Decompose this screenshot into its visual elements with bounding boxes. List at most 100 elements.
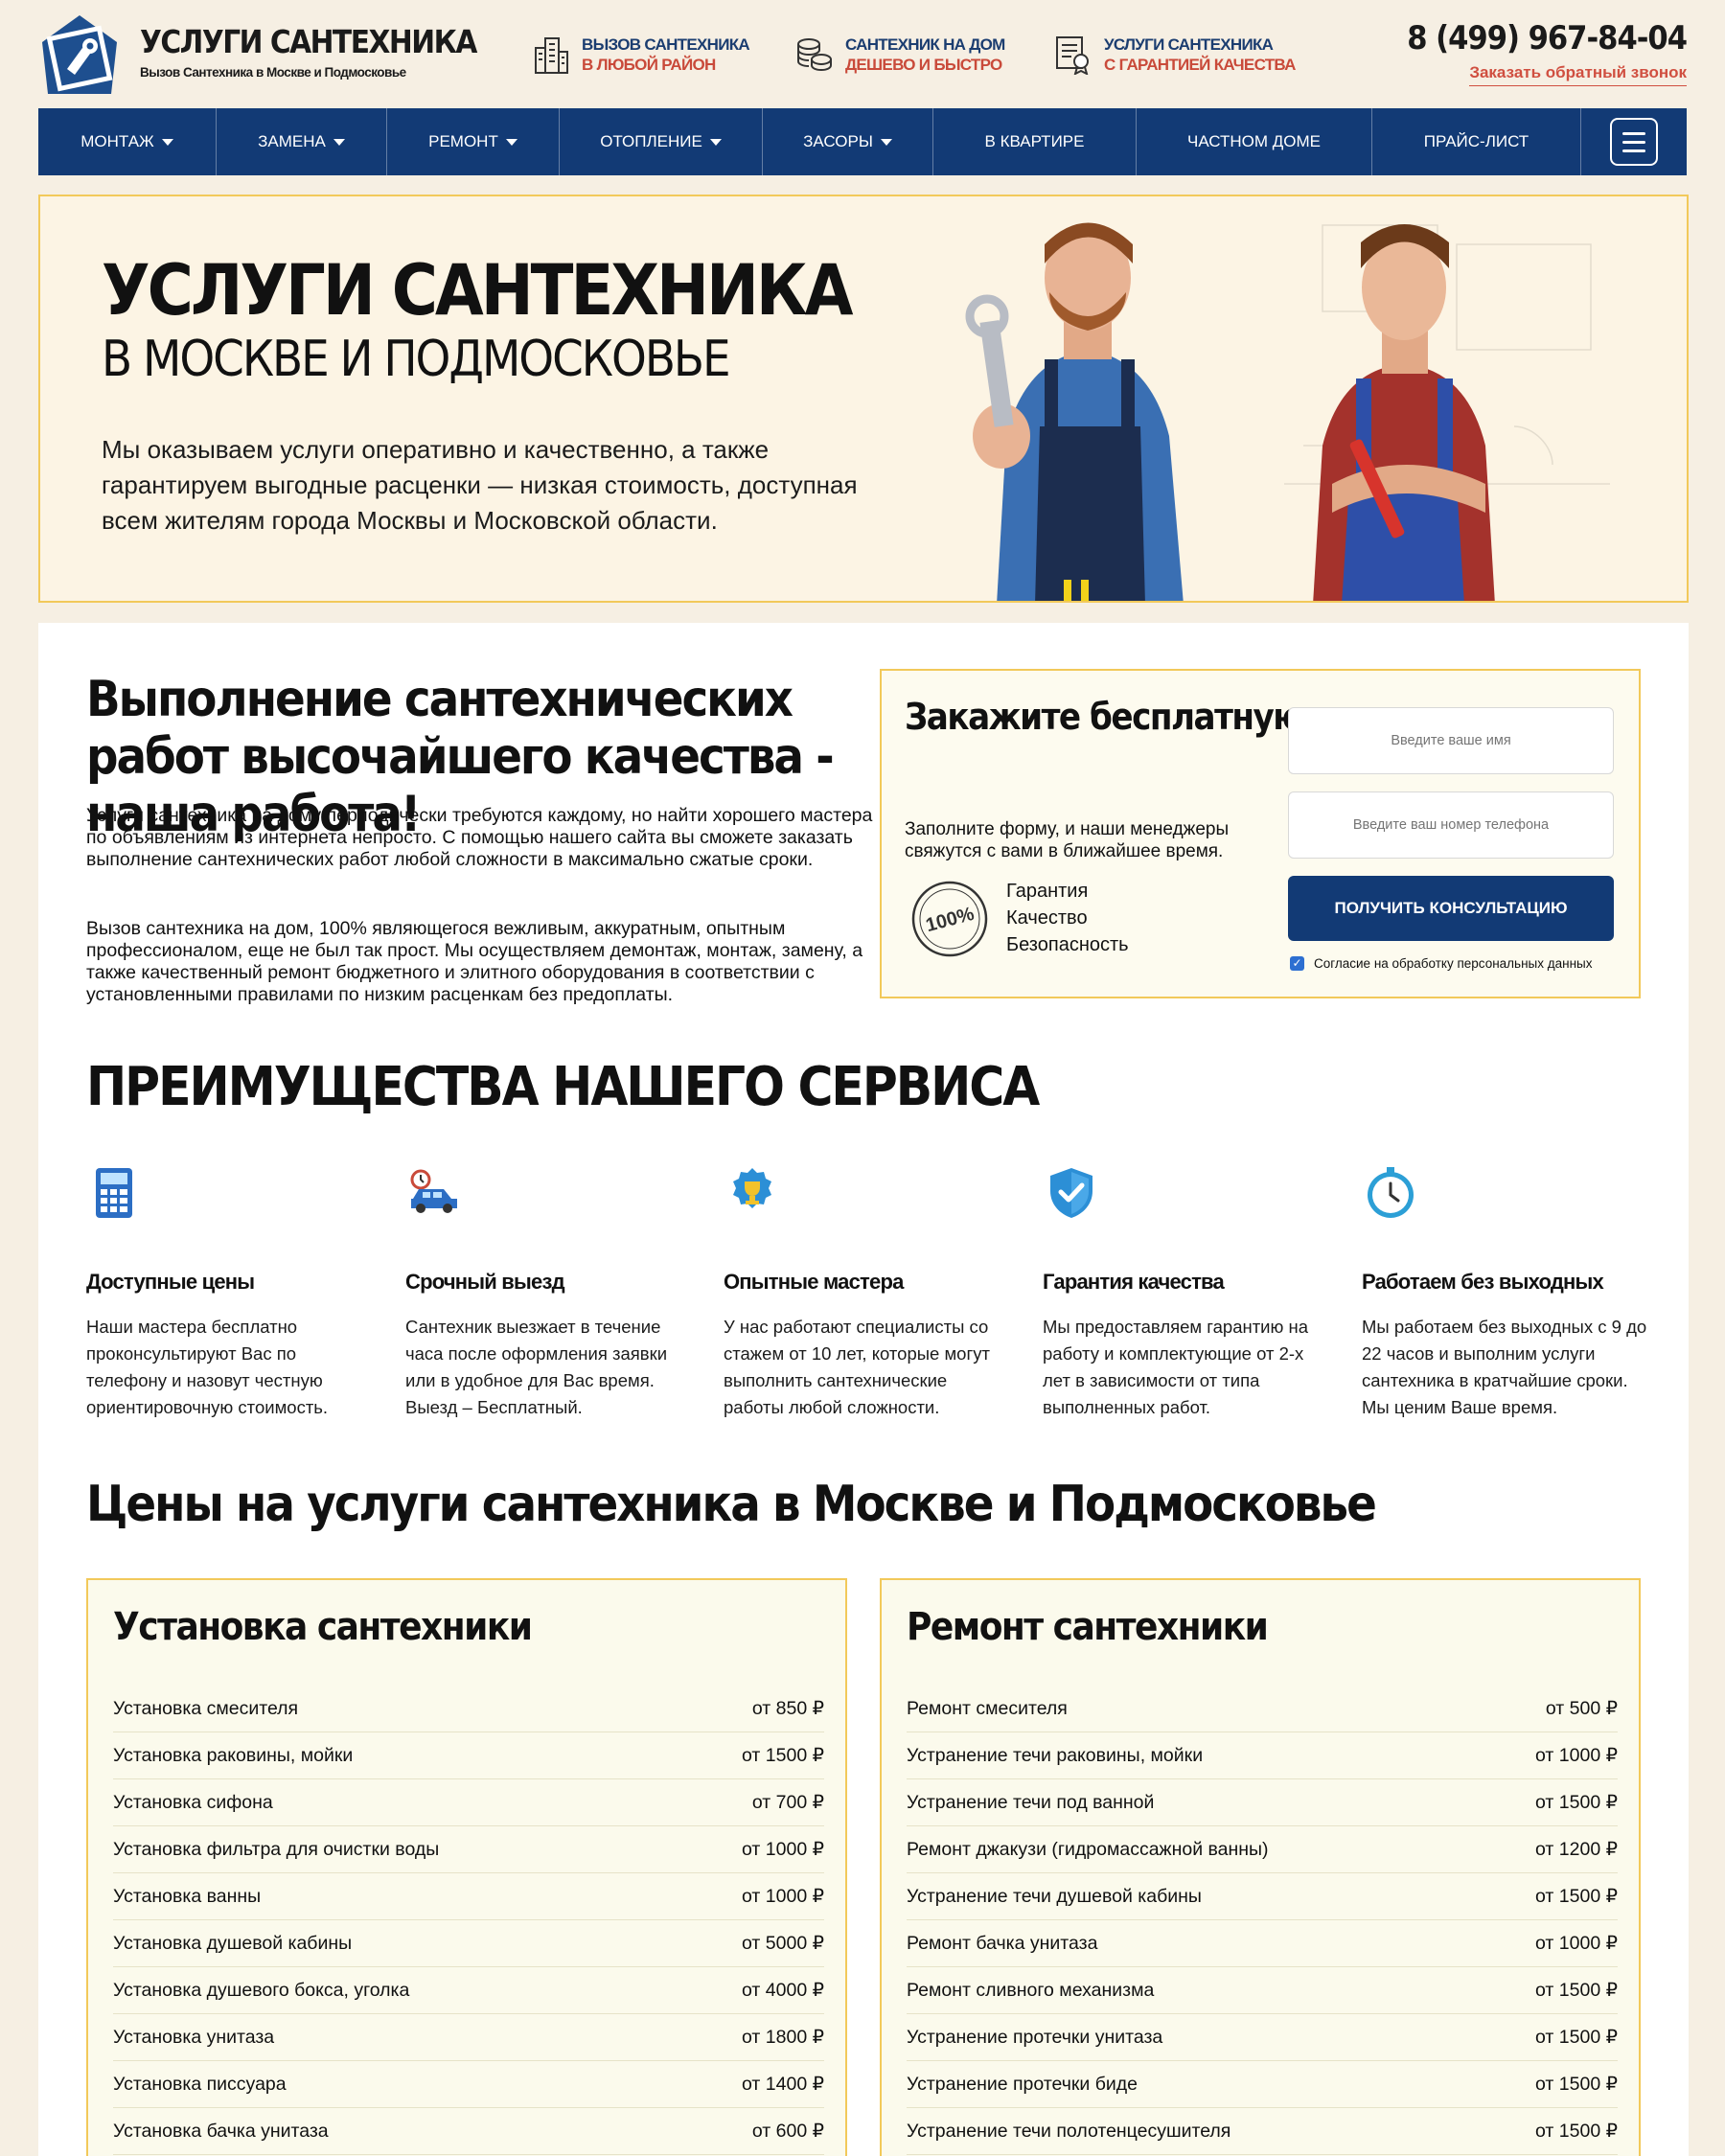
main-nav: МОНТАЖ ЗАМЕНА РЕМОНТ ОТОПЛЕНИЕ ЗАСОРЫ В … [38, 108, 1687, 175]
service-name: Установка душевого бокса, уголка [113, 1979, 410, 2001]
service-name: Установка унитаза [113, 2026, 275, 2048]
nav-item-label: ЗАМЕНА [258, 132, 326, 150]
advantages-title: ПРЕИМУЩЕСТВА НАШЕГО СЕРВИСА [86, 1056, 1040, 1118]
nav-item-zamena[interactable]: ЗАМЕНА [217, 108, 387, 175]
service-name: Установка фильтра для очистки воды [113, 1838, 440, 1860]
advantage-item: Опытные мастера У нас работают специалис… [724, 1164, 1011, 1421]
advantage-title: Гарантия качества [1043, 1270, 1225, 1294]
service-name: Устранение течи душевой кабины [907, 1885, 1202, 1907]
price-row: Устранение протечки биде от 1500 ₽ [907, 2061, 1618, 2108]
nav-item-otoplenie[interactable]: ОТОПЛЕНИЕ [560, 108, 763, 175]
callback-link[interactable]: Заказать обратный звонок [1469, 63, 1687, 86]
service-price: от 1800 ₽ [742, 2027, 824, 2048]
seal-text: 100% [924, 904, 977, 937]
advantage-text: У нас работают специалисты со стажем от … [724, 1317, 990, 1417]
header-feature-line2: С ГАРАНТИЕЙ КАЧЕСТВА [1104, 56, 1296, 74]
service-name: Установка ванны [113, 1885, 262, 1907]
service-price: от 1500 ₽ [1535, 2121, 1618, 2142]
menu-toggle-button[interactable] [1581, 108, 1687, 175]
price-card-title: Установка сантехники [113, 1605, 533, 1649]
chevron-down-icon [161, 138, 173, 146]
price-row: Устранение течи раковины, мойки от 1000 ₽ [907, 1732, 1618, 1779]
price-card-repair: Ремонт сантехники Ремонт смесителя от 500… [880, 1578, 1641, 2156]
service-price: от 4000 ₽ [742, 1980, 824, 2001]
price-card-title: Ремонт сантехники [907, 1605, 1269, 1649]
price-row: Установка ванны от 1000 ₽ [113, 1873, 824, 1920]
consent-label: Согласие на обработку персональных данны… [1314, 956, 1593, 971]
price-row: Ремонт бачка унитаза от 1000 ₽ [907, 1920, 1618, 1967]
service-name: Ремонт сливного механизма [907, 1979, 1155, 2001]
service-name: Установка сифона [113, 1791, 273, 1813]
service-name: Установка душевой кабины [113, 1932, 353, 1954]
trophy-badge-icon [724, 1164, 781, 1222]
site-header: УСЛУГИ САНТЕХНИКА Вызов Сантехника в Мос… [38, 0, 1688, 107]
price-row: Установка раковины, мойки от 1500 ₽ [113, 1732, 824, 1779]
service-name: Устранение протечки биде [907, 2073, 1138, 2095]
nav-item-montazh[interactable]: МОНТАЖ [38, 108, 217, 175]
header-feature-line1: САНТЕХНИК НА ДОМ [845, 35, 1005, 54]
nav-item-chastnom-dome[interactable]: ЧАСТНОМ ДОМЕ [1137, 108, 1372, 175]
brand-title: УСЛУГИ САНТЕХНИКА [140, 23, 477, 60]
service-price: от 1000 ₽ [742, 1839, 824, 1860]
service-price: от 1200 ₽ [1535, 1839, 1618, 1860]
nav-item-label: МОНТАЖ [80, 132, 154, 150]
header-feature-line2: В ЛЮБОЙ РАЙОН [582, 56, 716, 74]
price-row: Установка душевой кабины от 5000 ₽ [113, 1920, 824, 1967]
nav-item-remont[interactable]: РЕМОНТ [387, 108, 560, 175]
service-price: от 1000 ₽ [1535, 1933, 1618, 1954]
service-price: от 1500 ₽ [1535, 1886, 1618, 1907]
advantage-text: Мы предоставляем гарантию на работу и ко… [1043, 1317, 1309, 1417]
name-input[interactable] [1288, 707, 1614, 774]
header-feature-line2: ДЕШЕВО И БЫСТРО [845, 56, 1002, 74]
chevron-down-icon [880, 138, 892, 146]
advantage-title: Работаем без выходных [1362, 1270, 1604, 1294]
advantage-text: Мы работаем без выходных с 9 до 22 часов… [1362, 1317, 1647, 1417]
service-name: Устранение течи раковины, мойки [907, 1744, 1204, 1766]
certificate-icon [1054, 34, 1092, 76]
advantage-title: Срочный выезд [405, 1270, 565, 1294]
phone-number[interactable]: 8 (499) 967-84-04 [1407, 19, 1688, 57]
get-consultation-button[interactable]: ПОЛУЧИТЬ КОНСУЛЬТАЦИЮ [1288, 876, 1614, 941]
price-row: Устранение течи под ванной от 1500 ₽ [907, 1779, 1618, 1826]
price-row: Устранение течи полотенцесушителя от 1500… [907, 2108, 1618, 2155]
service-name: Ремонт смесителя [907, 1697, 1068, 1719]
price-row: Установка сифона от 700 ₽ [113, 1779, 824, 1826]
nav-item-price-list[interactable]: ПРАЙС-ЛИСТ [1372, 108, 1581, 175]
fast-car-icon [405, 1164, 463, 1222]
nav-item-zasory[interactable]: ЗАСОРЫ [763, 108, 933, 175]
checkmark-icon: ✓ [1290, 956, 1304, 971]
service-name: Установка смесителя [113, 1697, 299, 1719]
nav-item-label: В КВАРТИРЕ [984, 132, 1085, 150]
calculator-icon [86, 1164, 144, 1222]
service-price: от 1000 ₽ [1535, 1745, 1618, 1766]
service-price: от 1000 ₽ [742, 1886, 824, 1907]
price-row: Ремонт сливного механизма от 1500 ₽ [907, 1967, 1618, 2014]
nav-item-label: ЗАСОРЫ [803, 132, 873, 150]
consultation-form: Закажите бесплатную консультацию Заполни… [880, 669, 1641, 998]
phone-input[interactable] [1288, 791, 1614, 859]
price-row: Устранение течи душевой кабины от 1500 ₽ [907, 1873, 1618, 1920]
service-price: от 700 ₽ [751, 1792, 824, 1813]
header-feature-guarantee: УСЛУГИ САНТЕХНИКА С ГАРАНТИЕЙ КАЧЕСТВА [1054, 34, 1296, 76]
advantage-item: Гарантия качества Мы предоставляем гаран… [1043, 1164, 1330, 1421]
service-price: от 500 ₽ [1545, 1698, 1618, 1719]
advantage-text: Сантехник выезжает в течение часа после … [405, 1317, 668, 1417]
hamburger-icon [1610, 118, 1658, 166]
shield-check-icon [1043, 1164, 1100, 1222]
chevron-down-icon [709, 138, 722, 146]
logo[interactable] [40, 13, 119, 96]
header-feature-line1: УСЛУГИ САНТЕХНИКА [1104, 35, 1274, 54]
guarantee-item: Безопасность [1006, 934, 1129, 955]
consent-checkbox[interactable]: ✓ Согласие на обработку персональных дан… [1290, 956, 1593, 971]
price-row: Установка бачка унитаза от 600 ₽ [113, 2108, 824, 2155]
main-content: Выполнение сантехнических работ высочайш… [38, 623, 1689, 2156]
advantage-item: Доступные цены Наши мастера бесплатно пр… [86, 1164, 374, 1421]
service-name: Ремонт бачка унитаза [907, 1932, 1098, 1954]
guarantee-item: Гарантия [1006, 881, 1089, 902]
nav-item-label: ПРАЙС-ЛИСТ [1423, 132, 1530, 150]
price-row: Ремонт смесителя от 500 ₽ [907, 1686, 1618, 1732]
nav-item-v-kvartire[interactable]: В КВАРТИРЕ [933, 108, 1137, 175]
service-price: от 1500 ₽ [1535, 1792, 1618, 1813]
service-price: от 1500 ₽ [1535, 2074, 1618, 2095]
advantage-item: Работаем без выходных Мы работаем без вы… [1362, 1164, 1649, 1421]
